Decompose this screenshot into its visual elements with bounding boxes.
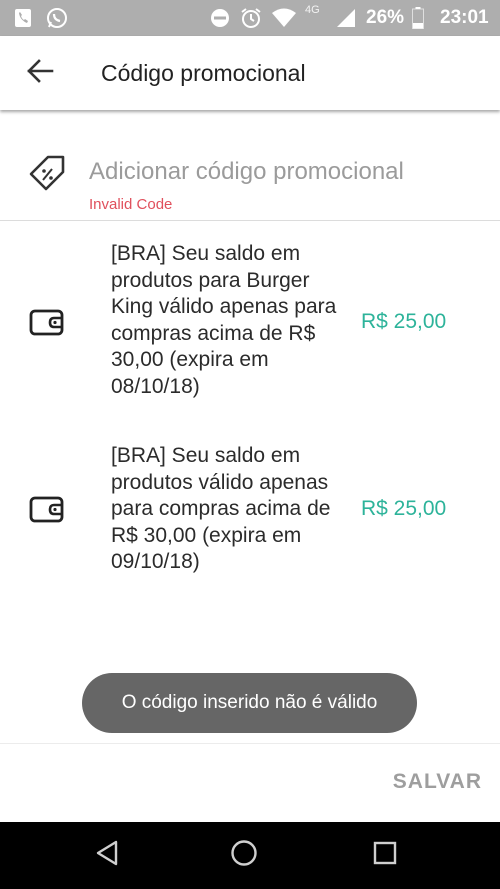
toast-text: O código inserido não é válido [121, 692, 378, 713]
network-type-label: 4G [305, 4, 320, 16]
credit-item: [BRA] Seu saldo em produtos para Burger … [0, 241, 500, 406]
home-circle-icon [230, 839, 258, 872]
signal-icon [334, 0, 358, 36]
promo-code-row: Invalid Code [0, 140, 500, 220]
promo-divider [0, 220, 500, 221]
credit-amount: R$ 25,00 [361, 497, 447, 520]
credit-description: [BRA] Seu saldo em produtos para Burger … [111, 242, 337, 398]
clock-label: 23:01 [440, 7, 489, 28]
back-triangle-icon [94, 840, 120, 871]
credit-description: [BRA] Seu saldo em produtos válido apena… [111, 444, 331, 573]
dnd-icon [209, 0, 231, 36]
credit-amount: R$ 25,00 [361, 310, 447, 333]
wallet-icon [29, 309, 65, 337]
save-button[interactable]: SALVAR [393, 762, 482, 802]
back-button[interactable] [20, 53, 60, 93]
battery-icon [410, 0, 426, 36]
wallet-icon [29, 496, 65, 524]
nav-recents-button[interactable] [350, 822, 420, 889]
phone-app-icon [12, 0, 34, 36]
recents-square-icon [373, 841, 397, 870]
status-bar: 4G 26% 23:01 [0, 0, 500, 36]
page-title: Código promocional [101, 60, 306, 86]
nav-home-button[interactable] [209, 822, 279, 889]
bottom-divider [0, 743, 500, 744]
nav-back-button[interactable] [72, 822, 142, 889]
app-bar: Código promocional [0, 36, 500, 110]
promo-code-input[interactable] [89, 152, 479, 192]
navigation-bar [0, 822, 500, 889]
alarm-icon [238, 0, 264, 36]
wifi-icon [270, 0, 298, 36]
credit-item: [BRA] Seu saldo em produtos válido apena… [0, 443, 500, 583]
toast-message: O código inserido não é válido [82, 673, 417, 733]
battery-percent-label: 26% [366, 7, 405, 28]
whatsapp-icon [44, 0, 70, 36]
promo-error-text: Invalid Code [89, 196, 173, 213]
arrow-left-icon [26, 58, 54, 88]
discount-tag-icon [28, 154, 66, 192]
